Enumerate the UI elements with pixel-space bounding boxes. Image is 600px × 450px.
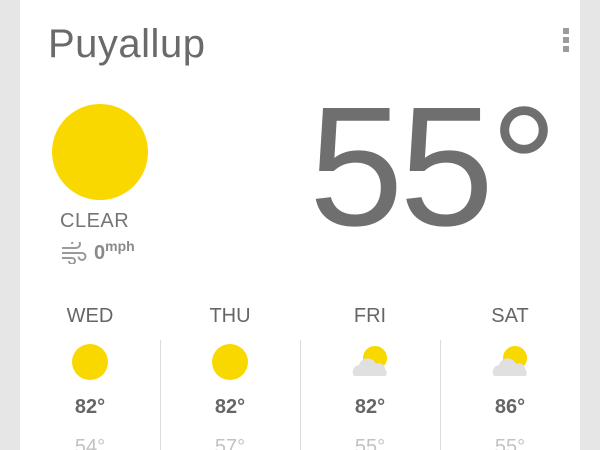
forecast-day-name: THU <box>209 305 251 327</box>
weather-card: Puyallup CLEAR 0 mph 55° WED 82° 54° THU <box>20 0 580 450</box>
wind-speed: 0 <box>94 242 106 264</box>
sun-icon <box>72 344 108 380</box>
forecast-low: 55° <box>494 436 526 450</box>
wind-unit: mph <box>105 238 135 254</box>
partly-cloudy-icon <box>492 346 527 376</box>
partly-cloudy-icon <box>352 346 387 376</box>
menu-dot <box>563 37 569 43</box>
forecast-day[interactable]: THU 82° 57° <box>160 300 300 450</box>
current-condition: CLEAR <box>60 210 130 232</box>
forecast-high: 82° <box>354 396 386 418</box>
forecast-day-name: FRI <box>353 305 387 327</box>
sun-icon <box>212 344 248 380</box>
menu-dot <box>563 28 569 34</box>
overflow-menu-icon[interactable] <box>562 28 570 52</box>
wind-icon <box>62 242 87 264</box>
forecast-low: 54° <box>74 436 106 450</box>
forecast-high: 86° <box>494 396 526 418</box>
forecast-day[interactable]: FRI 82° 55° <box>300 300 440 450</box>
forecast-row: WED 82° 54° THU 82° 57° FRI 82° 55° SAT … <box>20 300 580 450</box>
forecast-day[interactable]: SAT 86° 55° <box>440 300 580 450</box>
forecast-high: 82° <box>74 396 106 418</box>
location-title: Puyallup <box>48 22 206 66</box>
forecast-day-name: WED <box>66 305 114 327</box>
forecast-high: 82° <box>214 396 246 418</box>
menu-dot <box>563 46 569 52</box>
forecast-low: 57° <box>214 436 246 450</box>
current-temperature: 55° <box>308 72 558 262</box>
wind-info: 0 mph <box>60 238 135 268</box>
forecast-low: 55° <box>354 436 386 450</box>
sun-icon <box>52 104 148 200</box>
forecast-day-name: SAT <box>491 305 529 327</box>
forecast-day[interactable]: WED 82° 54° <box>20 300 160 450</box>
